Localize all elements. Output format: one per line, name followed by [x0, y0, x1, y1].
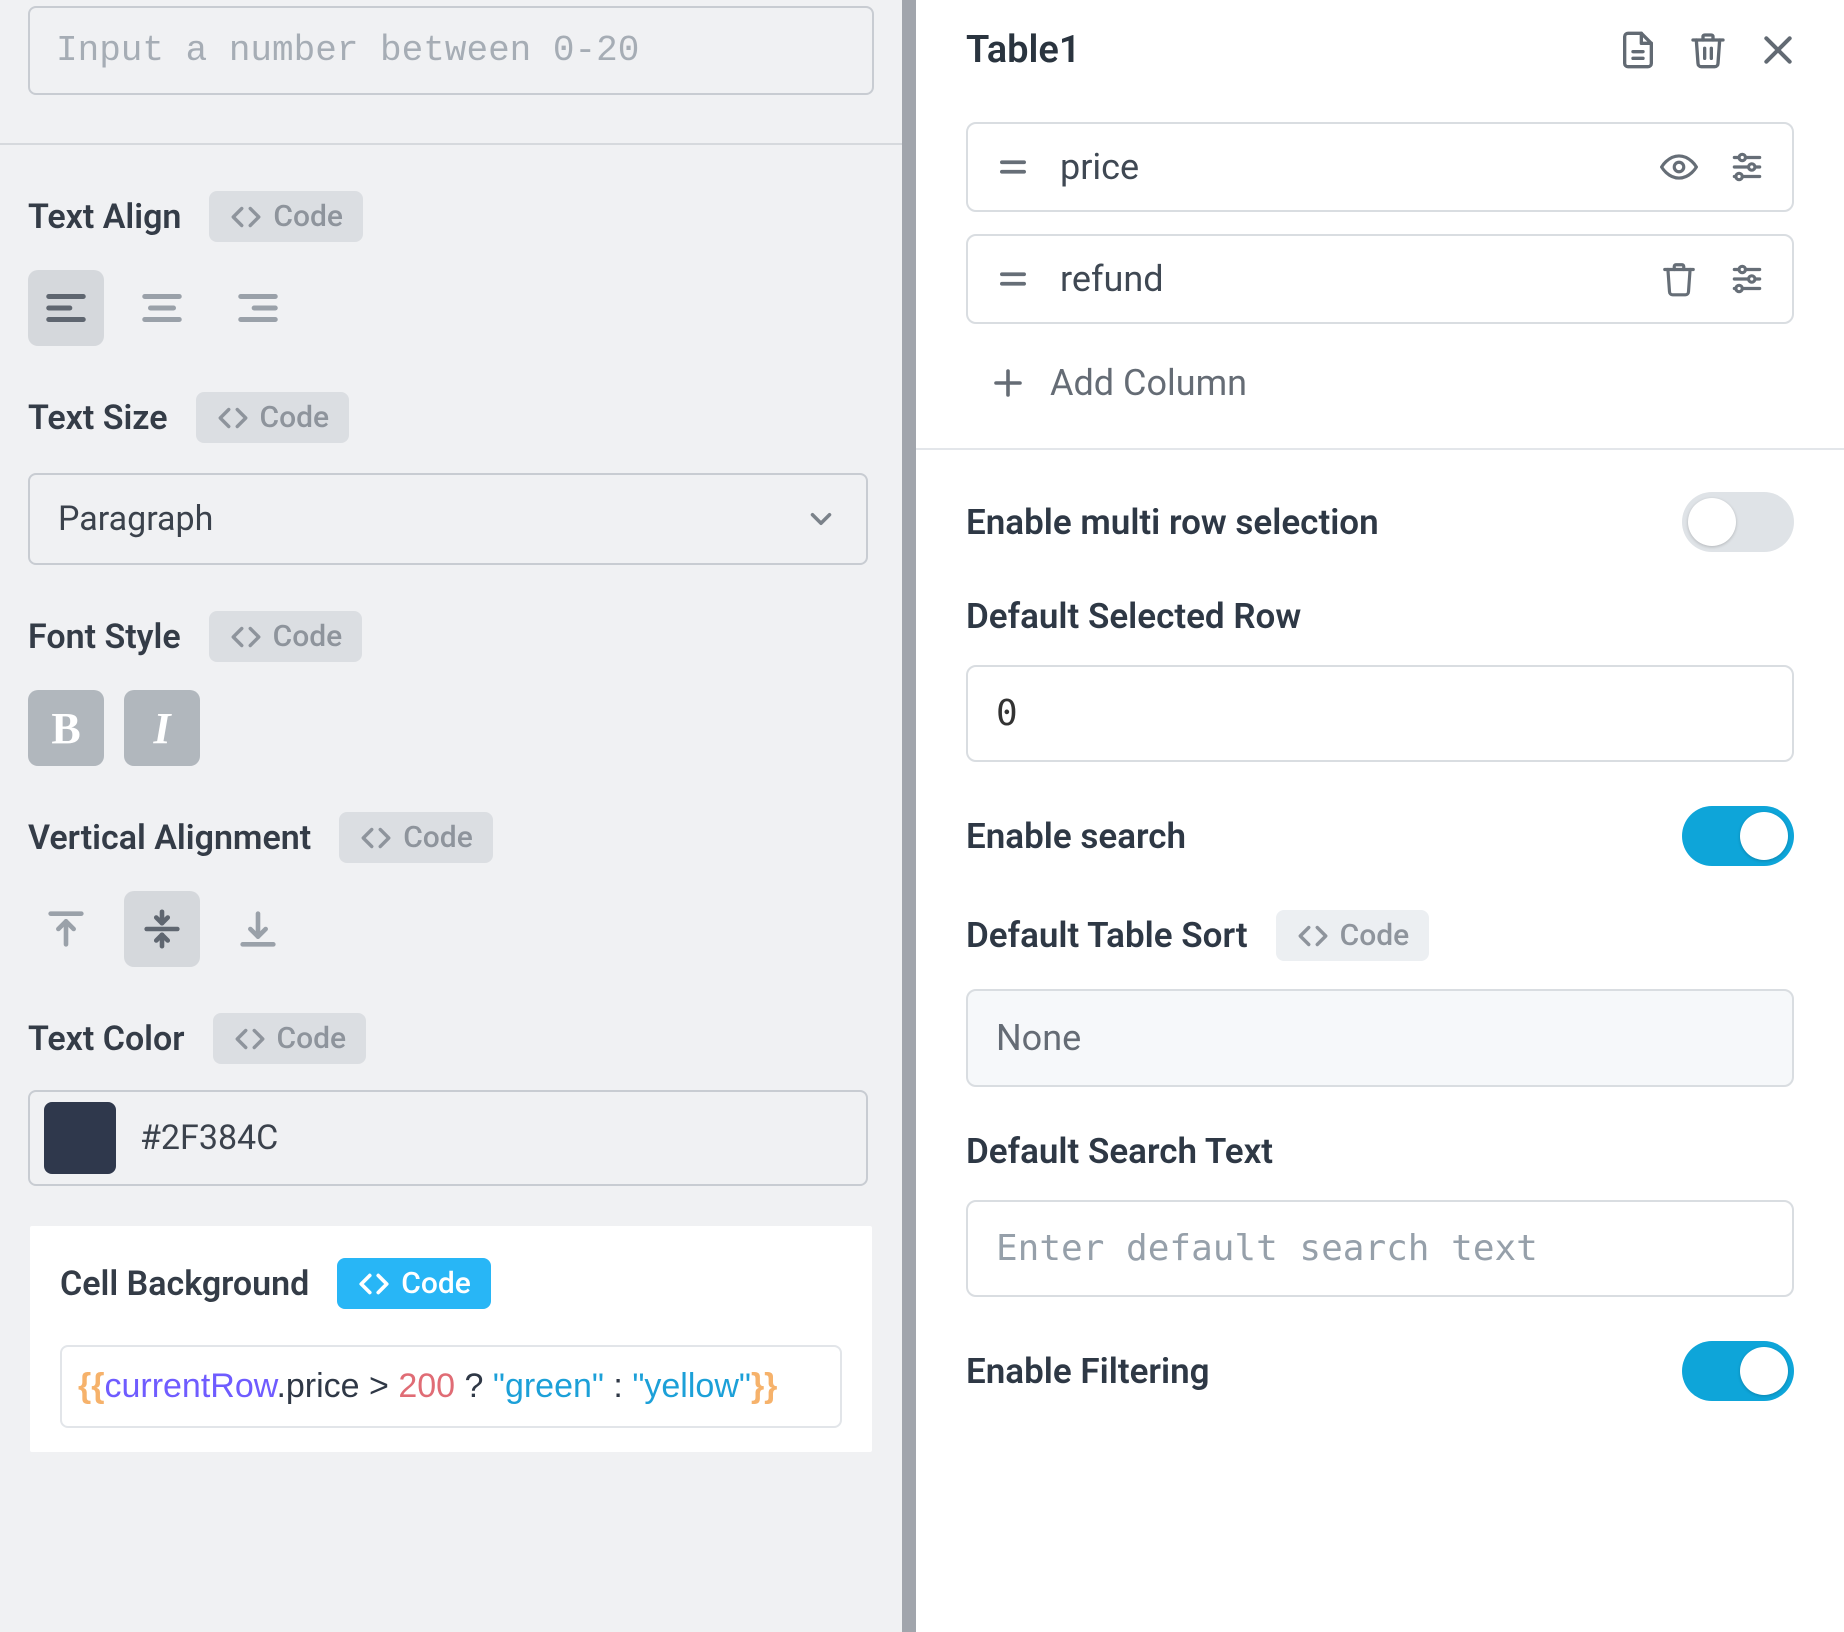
code-icon [229, 620, 263, 654]
text-color-label: Text Color [28, 1019, 185, 1059]
number-range-input[interactable]: Input a number between 0-20 [28, 6, 874, 95]
code-icon [216, 401, 250, 435]
valign-bottom-button[interactable] [220, 891, 296, 967]
text-align-code-toggle[interactable]: Code [209, 191, 363, 242]
setting-label: Enable search [966, 816, 1186, 857]
valign-middle-button[interactable] [124, 891, 200, 967]
drag-handle-icon [994, 148, 1032, 186]
sliders-icon[interactable] [1728, 260, 1766, 298]
enable-filtering-toggle[interactable] [1682, 1341, 1794, 1401]
text-size-select[interactable]: Paragraph [28, 473, 868, 565]
inspector-title: Table1 [966, 28, 1081, 72]
cell-background-code-toggle[interactable]: Code [337, 1258, 491, 1309]
code-icon [359, 821, 393, 855]
text-size-code-toggle[interactable]: Code [196, 392, 350, 443]
default-sort-code-toggle[interactable]: Code [1276, 910, 1430, 961]
setting-label: Default Table Sort [966, 915, 1248, 956]
text-size-row: Text Size Code [28, 392, 874, 443]
trash-icon[interactable] [1660, 260, 1698, 298]
default-selected-row-setting: Default Selected Row [966, 596, 1794, 637]
eye-icon[interactable] [1660, 148, 1698, 186]
section-divider [916, 448, 1844, 450]
close-icon[interactable] [1758, 30, 1798, 70]
right-inspector-panel: Table1 price refund Add Col [916, 0, 1844, 1632]
default-selected-row-input[interactable]: 0 [966, 665, 1794, 762]
font-style-code-toggle[interactable]: Code [209, 611, 363, 662]
plus-icon [990, 365, 1026, 401]
default-search-text-input[interactable]: Enter default search text [966, 1200, 1794, 1297]
text-align-label: Text Align [28, 197, 181, 237]
code-icon [1296, 919, 1330, 953]
left-properties-panel: Input a number between 0-20 Text Align C… [0, 0, 916, 1632]
text-color-input[interactable]: #2F384C [28, 1090, 868, 1186]
cell-background-label: Cell Background [60, 1264, 309, 1304]
vertical-alignment-label: Vertical Alignment [28, 818, 311, 858]
multi-row-toggle[interactable] [1682, 492, 1794, 552]
add-column-button[interactable]: Add Column [966, 324, 1794, 448]
text-align-row: Text Align Code [28, 191, 874, 242]
italic-icon: I [153, 703, 170, 754]
trash-icon[interactable] [1688, 30, 1728, 70]
cell-background-section: Cell Background Code {{currentRow.price … [30, 1226, 872, 1452]
align-center-icon [139, 285, 185, 331]
align-center-button[interactable] [124, 270, 200, 346]
valign-top-icon [43, 906, 89, 952]
text-size-label: Text Size [28, 398, 168, 438]
column-chip-price[interactable]: price [966, 122, 1794, 212]
enable-search-toggle[interactable] [1682, 806, 1794, 866]
setting-label: Default Search Text [966, 1131, 1273, 1172]
enable-multi-row-setting: Enable multi row selection [966, 492, 1794, 552]
column-chip-refund[interactable]: refund [966, 234, 1794, 324]
code-icon [357, 1267, 391, 1301]
section-divider [0, 143, 902, 145]
color-hex-value: #2F384C [140, 1118, 278, 1158]
code-icon [229, 200, 263, 234]
vertical-alignment-row: Vertical Alignment Code [28, 812, 874, 863]
column-name: refund [1060, 258, 1164, 300]
default-table-sort-input[interactable]: None [966, 989, 1794, 1087]
font-style-label: Font Style [28, 617, 181, 657]
default-search-text-setting: Default Search Text [966, 1131, 1794, 1172]
valign-bottom-icon [235, 906, 281, 952]
vertical-alignment-code-toggle[interactable]: Code [339, 812, 493, 863]
bold-icon: B [51, 703, 80, 754]
text-size-value: Paragraph [58, 499, 213, 539]
text-color-row: Text Color Code [28, 1013, 874, 1064]
column-name: price [1060, 146, 1139, 188]
document-icon[interactable] [1618, 30, 1658, 70]
valign-top-button[interactable] [28, 891, 104, 967]
default-table-sort-setting: Default Table Sort Code [966, 910, 1794, 961]
code-icon [233, 1022, 267, 1056]
valign-middle-icon [139, 906, 185, 952]
text-color-code-toggle[interactable]: Code [213, 1013, 367, 1064]
align-right-button[interactable] [220, 270, 296, 346]
setting-label: Enable multi row selection [966, 502, 1379, 543]
font-style-row: Font Style Code [28, 611, 874, 662]
align-right-icon [235, 285, 281, 331]
inspector-header: Table1 [916, 0, 1844, 100]
align-left-button[interactable] [28, 270, 104, 346]
cell-background-expression-input[interactable]: {{currentRow.price > 200 ? "green" : "ye… [60, 1345, 842, 1428]
drag-handle-icon [994, 260, 1032, 298]
bold-button[interactable]: B [28, 690, 104, 766]
setting-label: Enable Filtering [966, 1351, 1210, 1392]
add-column-label: Add Column [1050, 362, 1247, 404]
chevron-down-icon [804, 502, 838, 536]
color-swatch[interactable] [44, 1102, 116, 1174]
setting-label: Default Selected Row [966, 596, 1301, 637]
enable-search-setting: Enable search [966, 806, 1794, 866]
enable-filtering-setting: Enable Filtering [966, 1341, 1794, 1401]
sliders-icon[interactable] [1728, 148, 1766, 186]
italic-button[interactable]: I [124, 690, 200, 766]
align-left-icon [43, 285, 89, 331]
